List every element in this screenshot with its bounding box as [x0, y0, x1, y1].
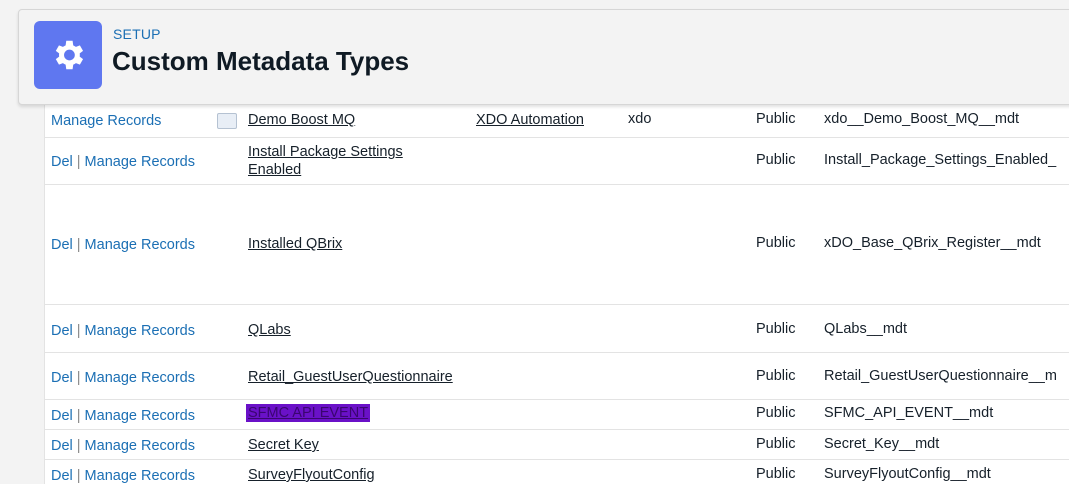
gear-icon [55, 40, 84, 70]
api-name-value: SFMC_API_EVENT__mdt [824, 405, 994, 421]
metadata-type-label-link[interactable]: Secret Key [248, 436, 319, 454]
page-title: Custom Metadata Types [112, 46, 410, 76]
metadata-type-label-link[interactable]: Installed QBrix [248, 235, 342, 253]
table-row: Del | Manage Records SFMC API EVENT Public… [45, 400, 1069, 430]
api-name-value: xdo__Demo_Boost_MQ__mdt [824, 111, 1020, 127]
metadata-type-label-link[interactable]: QLabs [248, 321, 291, 339]
table-row: Del | Manage Records SurveyFlyoutConfig Pu… [45, 460, 1069, 484]
api-name-value: Secret_Key__mdt [824, 436, 940, 452]
table-row: Del | Manage Records Install Package Setti… [45, 137, 1069, 185]
manage-records-link[interactable]: Manage Records [85, 408, 195, 424]
metadata-types-table: Manage Records Demo Boost MQ XDO Automat… [44, 103, 1069, 484]
package-link[interactable]: XDO Automation [476, 111, 584, 129]
api-name-value: SurveyFlyoutConfig__mdt [824, 466, 991, 482]
visibility-value: Public [756, 111, 796, 127]
action-separator: | [76, 154, 81, 170]
setup-page: SETUP Custom Metadata Types Manage Recor… [0, 0, 1069, 484]
api-name-value: QLabs__mdt [824, 321, 908, 337]
visibility-value: Public [756, 368, 796, 384]
manage-records-link[interactable]: Manage Records [85, 438, 195, 454]
del-link[interactable]: Del [51, 408, 73, 424]
metadata-type-label-link[interactable]: Install Package Settings Enabled [248, 143, 428, 179]
manage-records-link[interactable]: Manage Records [85, 237, 195, 253]
table-row: Del | Manage Records Secret Key Public Sec… [45, 430, 1069, 460]
metadata-type-label-link[interactable]: SurveyFlyoutConfig [248, 466, 375, 484]
breadcrumb-setup[interactable]: SETUP [113, 26, 161, 42]
setup-icon-tile [34, 21, 102, 89]
action-separator: | [76, 370, 81, 386]
metadata-type-label-link[interactable]: Retail_GuestUserQuestionnaire [248, 368, 453, 386]
visibility-value: Public [756, 436, 796, 452]
visibility-value: Public [756, 152, 796, 168]
del-link[interactable]: Del [51, 154, 73, 170]
table-row: Del | Manage Records Retail_GuestUserQuest… [45, 353, 1069, 400]
package-icon [217, 113, 237, 130]
manage-records-link[interactable]: Manage Records [85, 323, 195, 339]
del-link[interactable]: Del [51, 370, 73, 386]
manage-records-link[interactable]: Manage Records [85, 154, 195, 170]
visibility-value: Public [756, 235, 796, 251]
visibility-value: Public [756, 321, 796, 337]
del-link[interactable]: Del [51, 323, 73, 339]
visibility-value: Public [756, 466, 796, 482]
visibility-value: Public [756, 405, 796, 421]
table-row: Del | Manage Records QLabs Public QLabs__m… [45, 305, 1069, 353]
api-name-value: Install_Package_Settings_Enabled_ [824, 152, 1057, 168]
manage-records-link[interactable]: Manage Records [51, 113, 161, 129]
del-link[interactable]: Del [51, 438, 73, 454]
table-row: Del | Manage Records Installed QBrix Publi… [45, 185, 1069, 305]
action-separator: | [76, 323, 81, 339]
del-link[interactable]: Del [51, 237, 73, 253]
action-separator: | [76, 468, 81, 484]
action-separator: | [76, 408, 81, 424]
table-row: Manage Records Demo Boost MQ XDO Automat… [45, 103, 1069, 138]
metadata-type-label-link[interactable]: Demo Boost MQ [248, 111, 355, 129]
action-separator: | [76, 438, 81, 454]
action-separator: | [76, 237, 81, 253]
manage-records-link[interactable]: Manage Records [85, 370, 195, 386]
manage-records-link[interactable]: Manage Records [85, 468, 195, 484]
page-header: SETUP Custom Metadata Types [18, 9, 1069, 105]
del-link[interactable]: Del [51, 468, 73, 484]
metadata-type-label-link[interactable]: SFMC API EVENT [246, 404, 371, 422]
api-name-value: Retail_GuestUserQuestionnaire__m [824, 368, 1057, 384]
api-name-value: xDO_Base_QBrix_Register__mdt [824, 235, 1041, 251]
namespace-value: xdo [628, 111, 652, 127]
